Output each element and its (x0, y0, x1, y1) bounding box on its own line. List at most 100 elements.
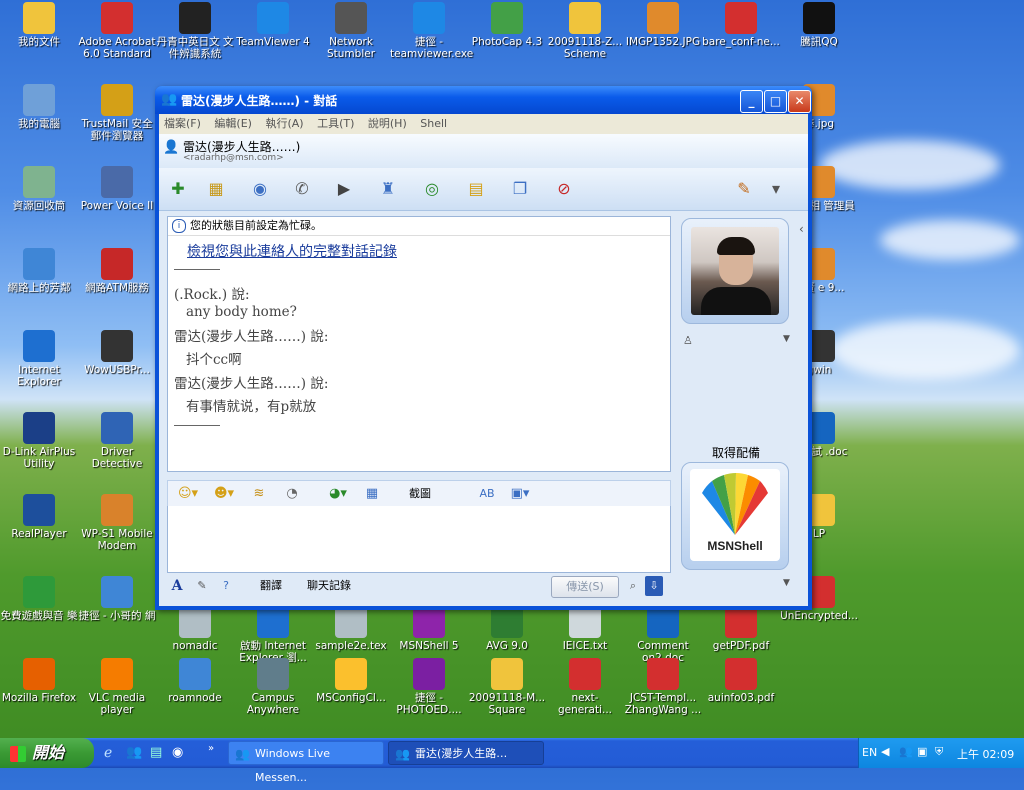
desktop-icon[interactable]: MSConfigCl... (312, 658, 390, 704)
share-folder-icon[interactable]: ▤ (463, 177, 489, 201)
desktop-icon[interactable]: next-generati... (546, 658, 624, 716)
msn-tray-icon[interactable]: 👥 (899, 745, 913, 758)
security-tray-icon[interactable]: ⛨ (935, 745, 943, 759)
desktop-icon[interactable]: IEICE.txt (546, 606, 624, 652)
desktop-icon[interactable]: Adobe Acrobat 6.0 Standard (78, 2, 156, 60)
font-button[interactable]: A (169, 576, 185, 596)
desktop-icon[interactable]: 20091118-Z... Scheme (546, 2, 624, 60)
desktop-icon[interactable]: auinfo03.pdf (702, 658, 780, 704)
translate-button[interactable]: 翻譯 (253, 576, 289, 596)
paint-brush-icon[interactable]: ✎ (731, 177, 757, 201)
desktop-icon[interactable]: 捷徑 - 小哥的 網 (78, 576, 156, 622)
desktop-icon[interactable]: TeamViewer 4 (234, 2, 312, 48)
translate-icon[interactable]: AB (476, 484, 498, 504)
close-button[interactable]: ✕ (788, 90, 811, 113)
dropdown-icon[interactable]: ▼ (783, 578, 790, 588)
desktop-icon[interactable]: MSNShell 5 (390, 606, 468, 652)
search-icon[interactable]: ⌕ (623, 576, 643, 596)
desktop-icon[interactable]: 丹青中英日文 文件辨識系統 (156, 2, 234, 60)
desktop-icon[interactable]: Internet Explorer (0, 330, 78, 388)
send-button[interactable]: 傳送(S) (551, 576, 619, 598)
desktop-icon[interactable]: 免費遊戲與音 樂 (0, 576, 78, 622)
desktop-icon[interactable]: D-Link AirPlus Utility (0, 412, 78, 470)
desktop-icon[interactable]: sample2e.tex (312, 606, 390, 652)
desktop-icon[interactable]: 網路上的芳鄰 (0, 248, 78, 294)
ie-icon[interactable]: ℯ (104, 745, 112, 761)
send-file-icon[interactable]: ▣▾ (506, 484, 534, 504)
help-icon[interactable]: ? (217, 576, 235, 596)
block-icon[interactable]: ⊘ (551, 177, 577, 201)
screenshot-button[interactable]: 截圖 (400, 484, 440, 504)
grid-icon[interactable]: ▦ (362, 484, 382, 504)
msn-icon[interactable]: 👥 (126, 745, 142, 760)
remote-assistance-icon[interactable]: ♜ (375, 177, 401, 201)
desktop-icon[interactable]: Driver Detective (78, 412, 156, 470)
menu-tools[interactable]: 工具(T) (312, 114, 359, 134)
start-button[interactable]: 開始 (0, 738, 94, 768)
minimize-button[interactable]: _ (740, 90, 763, 113)
chevron-icon[interactable]: » (208, 743, 214, 754)
network-tray-icon[interactable]: ▣ (917, 745, 927, 758)
conversation-history[interactable]: i 您的狀態目前設定為忙碌。 檢視您與此連絡人的完整對話記錄 (.Rock.) 說… (167, 216, 671, 472)
webcam-icon[interactable]: ◉ (247, 177, 273, 201)
desktop-icon[interactable]: 啟動 Internet Explorer 瀏... (234, 606, 312, 664)
menu-edit[interactable]: 編輯(E) (209, 114, 257, 134)
desktop-icon[interactable]: 20091118-M... Square (468, 658, 546, 716)
my-display-picture-frame[interactable]: MSNShell (681, 462, 789, 570)
back-arrow-icon[interactable]: ◀ (881, 745, 889, 758)
desktop-icon[interactable]: 騰訊QQ (780, 2, 858, 48)
desktop-icon[interactable]: 我的文件 (0, 2, 78, 48)
menu-actions[interactable]: 執行(A) (260, 114, 308, 134)
folder-icon[interactable]: ▤ (150, 745, 162, 760)
desktop-icon[interactable]: WowUSBPr... (78, 330, 156, 376)
call-icon[interactable]: ✆ (289, 177, 315, 201)
desktop-icon[interactable]: AVG 9.0 (468, 606, 546, 652)
contact-display-picture-frame[interactable] (681, 218, 789, 324)
download-icon[interactable]: ⇩ (645, 576, 663, 596)
voice-clip-icon[interactable]: ◔ (282, 484, 302, 504)
wink-icon[interactable]: ☻▾ (210, 484, 238, 504)
menu-file[interactable]: 檔案(F) (159, 114, 206, 134)
task-conversation[interactable]: 👥 雷达(漫步人生路… (388, 741, 544, 765)
desktop-icon[interactable]: 捷徑 - PHOTOED.... (390, 658, 468, 716)
desktop-icon[interactable]: WP-S1 Mobile Modem (78, 494, 156, 552)
desktop-icon[interactable]: bare_conf-ne... (702, 2, 780, 48)
language-indicator[interactable]: EN (862, 746, 877, 759)
options-icon[interactable]: ▾ (763, 177, 789, 201)
msn-conversation-window[interactable]: 👥 雷达(漫步人生路……) - 對話 _ □ ✕ 檔案(F) 編輯(E) 執行(… (155, 86, 812, 610)
activities-icon[interactable]: ❐ (507, 177, 533, 201)
desktop-icon[interactable]: Campus Anywhere (234, 658, 312, 716)
desktop-icon[interactable]: 我的電腦 (0, 84, 78, 130)
desktop-icon[interactable]: TrustMail 安全 郵件瀏覽器 (78, 84, 156, 142)
emoticon-icon[interactable]: ☺▾ (174, 484, 202, 504)
desktop-icon[interactable]: Power Voice II (78, 166, 156, 212)
dropdown-icon[interactable]: ▼ (783, 334, 790, 344)
menu-help[interactable]: 說明(H) (363, 114, 412, 134)
desktop-icon[interactable]: Comment on2.doc (624, 606, 702, 664)
collapse-icon[interactable]: ‹ (799, 222, 804, 236)
clock[interactable]: 上午 02:09 (957, 746, 1014, 762)
chat-history-button[interactable]: 聊天記錄 (301, 576, 357, 596)
desktop-icon[interactable]: nomadic (156, 606, 234, 652)
desktop-icon[interactable]: Mozilla Firefox (0, 658, 78, 704)
desktop-icon[interactable]: getPDF.pdf (702, 606, 780, 652)
video-icon[interactable]: ▶ (331, 177, 357, 201)
desktop-icon[interactable]: JCST-Templ... ZhangWang ... (624, 658, 702, 716)
title-bar[interactable]: 👥 雷达(漫步人生路……) - 對話 _ □ ✕ (155, 86, 812, 114)
games-icon[interactable]: ◎ (419, 177, 445, 201)
desktop-icon[interactable]: 網路ATM服務 (78, 248, 156, 294)
background-icon[interactable]: ◕▾ (324, 484, 352, 504)
invite-contact-icon[interactable]: ✚ (165, 177, 191, 201)
desktop-icon[interactable]: roamnode (156, 658, 234, 704)
desktop-icon[interactable]: RealPlayer (0, 494, 78, 540)
desktop-icon[interactable]: PhotoCap 4.3 (468, 2, 546, 48)
desktop-icon[interactable]: Network Stumbler (312, 2, 390, 60)
firefox-icon[interactable]: ◉ (172, 745, 183, 760)
desktop-icon[interactable]: VLC media player (78, 658, 156, 716)
message-input[interactable] (167, 506, 671, 573)
desktop-icon[interactable]: IMGP1352.JPG (624, 2, 702, 48)
send-files-icon[interactable]: ▦ (203, 177, 229, 201)
history-link[interactable]: 檢視您與此連絡人的完整對話記錄 (187, 241, 397, 261)
get-accessories-link[interactable]: 取得配備 (712, 444, 760, 461)
desktop-icon[interactable]: 資源回收筒 (0, 166, 78, 212)
